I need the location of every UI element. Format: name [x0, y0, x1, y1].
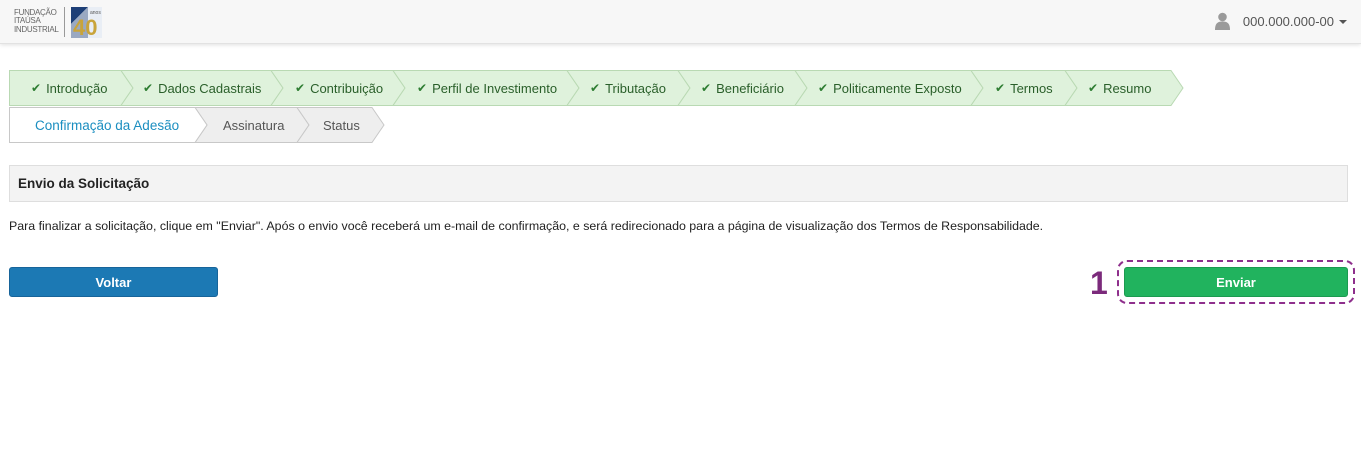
check-icon: ✔ [417, 81, 428, 95]
back-button[interactable]: Voltar [9, 267, 218, 297]
step-status[interactable]: Status [323, 107, 360, 143]
step-termos[interactable]: ✔ Termos [995, 70, 1053, 106]
anniversary-40-logo-icon: 40 anos [71, 7, 102, 38]
check-icon: ✔ [701, 81, 712, 95]
step-introducao[interactable]: ✔ Introdução [31, 70, 108, 106]
step-label-assinatura: Assinatura [223, 117, 285, 133]
step-perfil-investimento[interactable]: ✔ Perfil de Investimento [417, 70, 557, 106]
send-button[interactable]: Enviar [1124, 267, 1348, 297]
check-icon: ✔ [590, 81, 601, 95]
logo-text-line-3: Industrial [14, 24, 59, 34]
logo-divider [64, 6, 65, 37]
check-icon: ✔ [31, 81, 42, 95]
step-assinatura[interactable]: Assinatura [223, 107, 284, 143]
check-icon: ✔ [818, 81, 829, 95]
step-label-resumo: Resumo [1103, 80, 1152, 96]
step-tributacao[interactable]: ✔ Tributação [590, 70, 666, 106]
step-label-perfil-investimento: Perfil de Investimento [432, 80, 558, 96]
user-menu[interactable]: 000.000.000-00 [1214, 12, 1347, 30]
step-label-status: Status [323, 117, 360, 133]
logo-badge-small: anos [90, 10, 101, 16]
logo-text: Fundação Itaúsa Industrial [14, 8, 62, 34]
step-label-beneficiario: Beneficiário [716, 80, 784, 96]
top-header: Fundação Itaúsa Industrial 40 anos 000.0… [0, 0, 1361, 44]
wizard-steps-row-2: Confirmação da Adesão Assinatura Status [9, 107, 394, 143]
user-avatar-icon [1214, 12, 1230, 30]
panel-title: Envio da Solicitação [18, 176, 150, 191]
step-dados-cadastrais[interactable]: ✔ Dados Cadastrais [143, 70, 261, 106]
check-icon: ✔ [295, 81, 306, 95]
instructions-text: Para finalizar a solicitação, clique em … [9, 219, 1044, 233]
step-resumo[interactable]: ✔ Resumo [1088, 70, 1151, 106]
check-icon: ✔ [143, 81, 154, 95]
step-confirmacao-adesao[interactable]: Confirmação da Adesão [35, 107, 179, 143]
user-id-label: 000.000.000-00 [1242, 13, 1334, 29]
step-label-introducao: Introdução [46, 80, 108, 96]
step-label-confirmacao-adesao: Confirmação da Adesão [35, 117, 180, 133]
step-beneficiario[interactable]: ✔ Beneficiário [701, 70, 784, 106]
caret-down-icon [1339, 19, 1347, 24]
check-icon: ✔ [1088, 81, 1099, 95]
check-icon: ✔ [995, 81, 1006, 95]
step-label-contribuicao: Contribuição [310, 80, 384, 96]
step-label-tributacao: Tributação [605, 80, 666, 96]
step-label-dados-cadastrais: Dados Cadastrais [158, 80, 262, 96]
step-label-politicamente-exposto: Politicamente Exposto [833, 80, 962, 96]
panel-header: Envio da Solicitação [9, 165, 1348, 202]
annotation-number: 1 [1090, 265, 1108, 301]
logo[interactable]: Fundação Itaúsa Industrial 40 anos [14, 5, 102, 38]
wizard-steps-row-1: ✔ Introdução ✔ Dados Cadastrais ✔ Contribui… [9, 70, 1184, 106]
step-contribuicao[interactable]: ✔ Contribuição [295, 70, 383, 106]
step-politicamente-exposto[interactable]: ✔ Politicamente Exposto [818, 70, 962, 106]
logo-badge-number: 40 [73, 15, 97, 38]
step-label-termos: Termos [1010, 80, 1053, 96]
